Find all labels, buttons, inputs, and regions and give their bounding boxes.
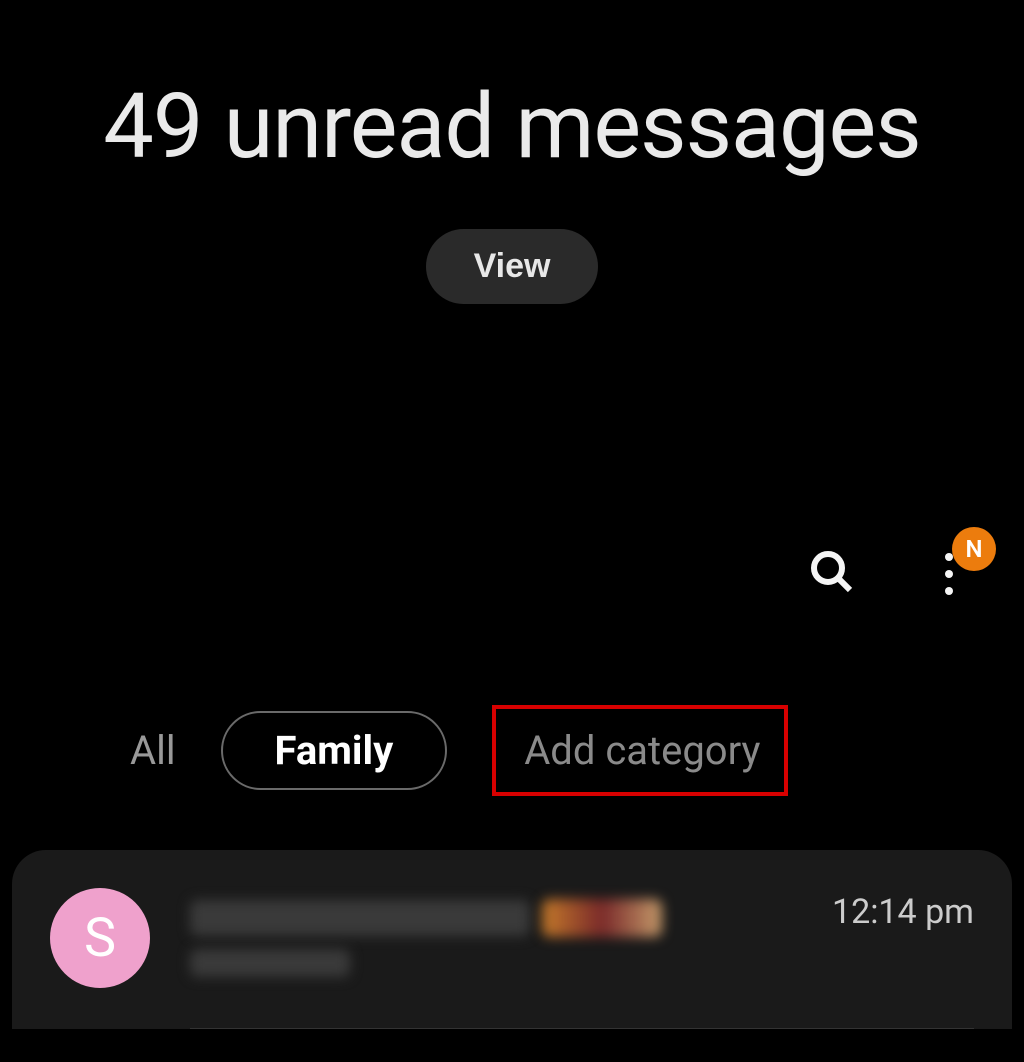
conversation-item[interactable]: S 12:14 pm [50,888,974,1028]
add-category-highlight: Add category [492,705,788,796]
conversation-snippet-blurred [190,949,350,977]
category-family[interactable]: Family [221,711,448,790]
notification-badge: N [952,527,996,571]
more-vertical-icon [945,553,953,595]
category-all[interactable]: All [130,713,176,788]
add-category-button[interactable]: Add category [524,727,760,774]
unread-messages-title: 49 unread messages [0,75,1024,179]
category-tabs: All Family Add category [0,705,1024,796]
search-button[interactable] [800,540,864,608]
conversation-time: 12:14 pm [832,892,974,932]
conversation-name-blurred [190,900,530,936]
conversation-list: S 12:14 pm [12,850,1012,1029]
search-icon [808,581,856,600]
conversation-preview [190,899,792,977]
divider [190,1028,974,1029]
toolbar: N [800,540,974,608]
conversation-emoji-blurred [542,899,662,937]
avatar: S [50,888,150,988]
view-button[interactable]: View [426,229,599,304]
more-options-button[interactable]: N [924,549,974,599]
header: 49 unread messages View [0,0,1024,304]
